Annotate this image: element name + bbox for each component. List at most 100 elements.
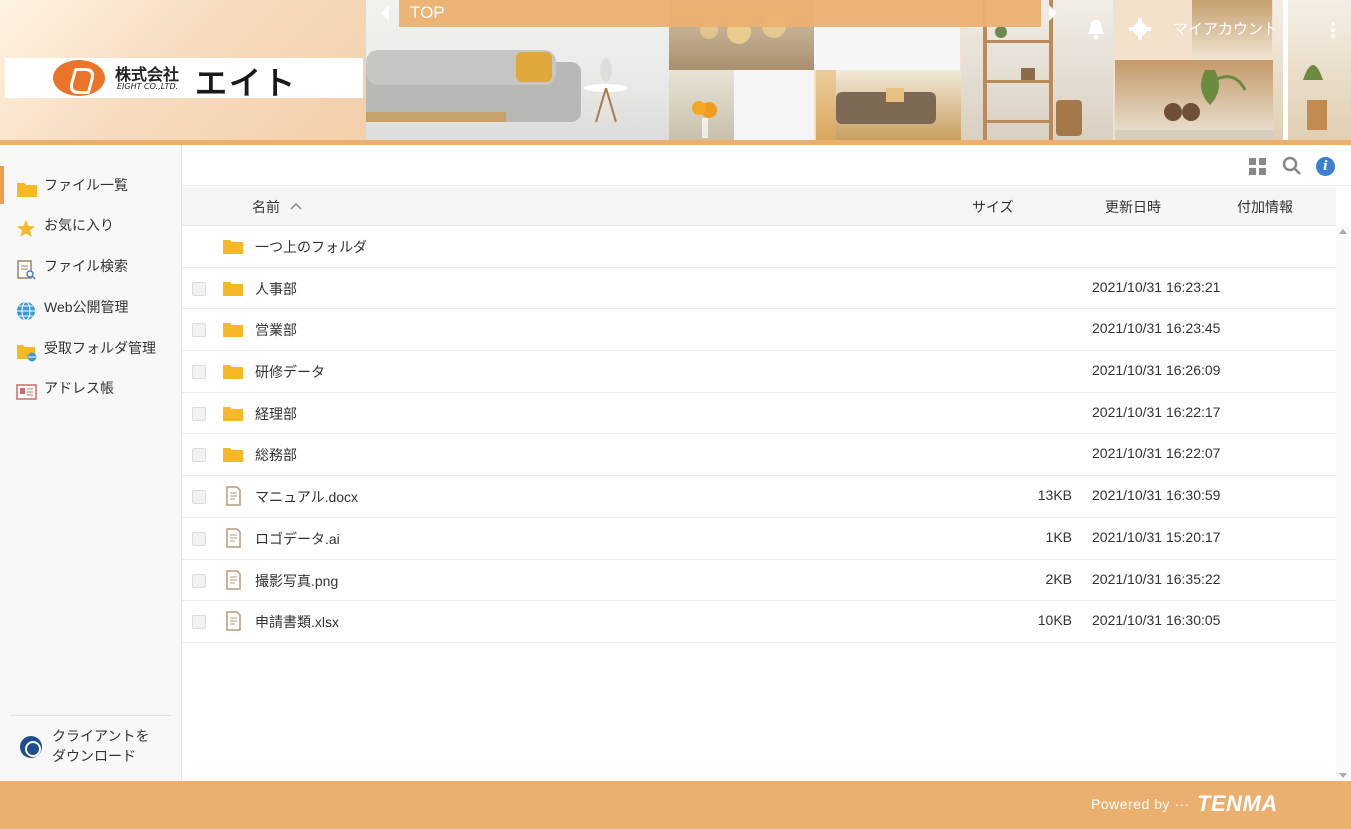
logo-area: 株式会社 EIGHT CO.,LTD. エイト — [0, 0, 366, 140]
document-icon — [222, 569, 244, 590]
file-date: 2021/10/31 16:30:59 — [1092, 487, 1221, 504]
sidebar-item-label: お気に入り — [44, 217, 114, 233]
file-size: 10KB — [1037, 612, 1072, 629]
bell-icon[interactable] — [1086, 18, 1106, 40]
page-title: TOP — [410, 3, 445, 22]
chevron-left-icon[interactable] — [378, 3, 396, 23]
file-name[interactable]: マニュアル.docx — [255, 487, 358, 507]
row-checkbox[interactable] — [192, 573, 206, 588]
sidebar-item-file-list[interactable]: ファイル一覧 — [0, 166, 181, 204]
globe-icon — [16, 297, 36, 321]
folder-icon — [16, 175, 37, 197]
file-date: 2021/10/31 16:22:17 — [1092, 403, 1221, 420]
column-size[interactable]: サイズ — [972, 197, 1014, 217]
sidebar-item-label: ファイル検索 — [44, 258, 128, 274]
file-search-icon — [16, 256, 36, 280]
sidebar-item-label: ファイル一覧 — [44, 177, 128, 193]
my-account-link[interactable]: マイアカウント — [1173, 18, 1278, 39]
row-checkbox[interactable] — [192, 281, 206, 296]
column-name[interactable]: 名前 — [252, 197, 280, 217]
logo-company-name: エイト — [195, 64, 298, 102]
download-label-line2: ダウンロード — [52, 748, 136, 764]
table-row[interactable]: 研修データ 2021/10/31 16:26:09 — [182, 351, 1336, 393]
photo-wall — [734, 70, 814, 140]
row-checkbox[interactable] — [192, 615, 206, 630]
file-name[interactable]: ロゴデータ.ai — [255, 529, 340, 549]
column-extra-info[interactable]: 付加情報 — [1237, 197, 1293, 217]
photo-flowers — [669, 70, 734, 140]
photo-living-room — [816, 70, 961, 140]
file-size: 13KB — [1037, 487, 1072, 504]
file-name[interactable]: 経理部 — [255, 404, 297, 424]
file-size: 2KB — [1045, 570, 1072, 587]
sidebar: ファイル一覧 お気に入り ファイル検索 Web公開管理 受取フォルダ管理 アドレ… — [0, 145, 182, 781]
file-name[interactable]: 研修データ — [255, 362, 325, 382]
photo-plant — [1115, 60, 1273, 140]
document-icon — [222, 486, 244, 506]
scroll-up-arrow-icon[interactable] — [1339, 229, 1347, 234]
table-row[interactable]: ロゴデータ.ai 1KB 2021/10/31 15:20:17 — [182, 518, 1336, 560]
gear-icon[interactable] — [1129, 18, 1151, 40]
download-client-label: クライアントを ダウンロード — [52, 726, 162, 766]
sidebar-item-file-search[interactable]: ファイル検索 — [0, 247, 181, 285]
file-name[interactable]: 一つ上のフォルダ — [255, 237, 367, 257]
sort-ascending-icon[interactable] — [290, 199, 302, 211]
folder-icon — [222, 319, 244, 339]
file-name[interactable]: 申請書類.xlsx — [255, 612, 339, 632]
folder-icon — [222, 361, 244, 381]
file-size: 1KB — [1045, 528, 1072, 545]
sidebar-item-label: 受取フォルダ管理 — [44, 340, 156, 356]
file-name[interactable]: 営業部 — [255, 320, 297, 340]
star-icon — [16, 215, 36, 237]
table-row[interactable]: 撮影写真.png 2KB 2021/10/31 16:35:22 — [182, 560, 1336, 602]
file-date: 2021/10/31 16:26:09 — [1092, 362, 1221, 379]
sidebar-item-web-publish[interactable]: Web公開管理 — [0, 288, 181, 326]
sidebar-item-receive-folder[interactable]: 受取フォルダ管理 — [0, 329, 181, 367]
row-checkbox[interactable] — [192, 490, 206, 505]
folder-icon — [222, 236, 244, 256]
file-date: 2021/10/31 16:22:07 — [1092, 445, 1221, 462]
row-checkbox[interactable] — [192, 531, 206, 546]
vertical-scrollbar[interactable] — [1336, 226, 1351, 781]
table-row[interactable]: 申請書類.xlsx 10KB 2021/10/31 16:30:05 — [182, 601, 1336, 643]
grid-view-icon[interactable] — [1249, 158, 1266, 175]
download-client-button[interactable]: クライアントを ダウンロード — [10, 715, 171, 775]
document-icon — [222, 528, 244, 548]
client-download-icon — [20, 736, 42, 758]
table-row[interactable]: 経理部 2021/10/31 16:22:17 — [182, 393, 1336, 435]
table-row[interactable]: マニュアル.docx 13KB 2021/10/31 16:30:59 — [182, 476, 1336, 518]
chevron-right-icon[interactable] — [1046, 3, 1064, 23]
main-content: i 名前 サイズ 更新日時 付加情報 一つ上のフォルダ 人事部 2021/10/… — [182, 145, 1351, 781]
folder-icon — [222, 403, 244, 423]
file-name[interactable]: 総務部 — [255, 445, 297, 465]
file-list: 一つ上のフォルダ 人事部 2021/10/31 16:23:21 営業部 202… — [182, 226, 1336, 643]
table-row[interactable]: 営業部 2021/10/31 16:23:45 — [182, 309, 1336, 352]
sidebar-item-label: アドレス帳 — [44, 380, 114, 396]
table-row[interactable]: 人事部 2021/10/31 16:23:21 — [182, 268, 1336, 310]
table-row[interactable]: 総務部 2021/10/31 16:22:07 — [182, 434, 1336, 477]
column-date[interactable]: 更新日時 — [1105, 197, 1161, 217]
company-logo[interactable]: 株式会社 EIGHT CO.,LTD. エイト — [5, 58, 363, 102]
file-date: 2021/10/31 16:23:45 — [1092, 320, 1221, 337]
folder-icon — [222, 444, 244, 464]
row-checkbox[interactable] — [192, 365, 206, 380]
document-icon — [222, 611, 244, 631]
file-date: 2021/10/31 16:30:05 — [1092, 612, 1221, 629]
row-checkbox[interactable] — [192, 448, 206, 463]
download-label-line1: クライアントを — [52, 728, 150, 744]
row-checkbox[interactable] — [192, 323, 206, 338]
sidebar-item-favorites[interactable]: お気に入り — [0, 206, 181, 244]
receive-folder-icon — [16, 338, 37, 362]
header: 株式会社 EIGHT CO.,LTD. エイト TOP マイアカウント — [0, 0, 1351, 145]
search-icon[interactable] — [1282, 156, 1302, 176]
table-row[interactable]: 一つ上のフォルダ — [182, 226, 1336, 268]
sidebar-item-address-book[interactable]: アドレス帳 — [0, 369, 181, 407]
menu-dots-icon[interactable] — [1323, 20, 1343, 40]
tenma-logo[interactable]: TENMA — [1197, 791, 1278, 817]
top-bar — [399, 0, 1041, 27]
info-icon[interactable]: i — [1316, 157, 1335, 176]
file-name[interactable]: 人事部 — [255, 279, 297, 299]
row-checkbox[interactable] — [192, 406, 206, 421]
scroll-down-arrow-icon[interactable] — [1339, 773, 1347, 778]
file-name[interactable]: 撮影写真.png — [255, 571, 338, 591]
